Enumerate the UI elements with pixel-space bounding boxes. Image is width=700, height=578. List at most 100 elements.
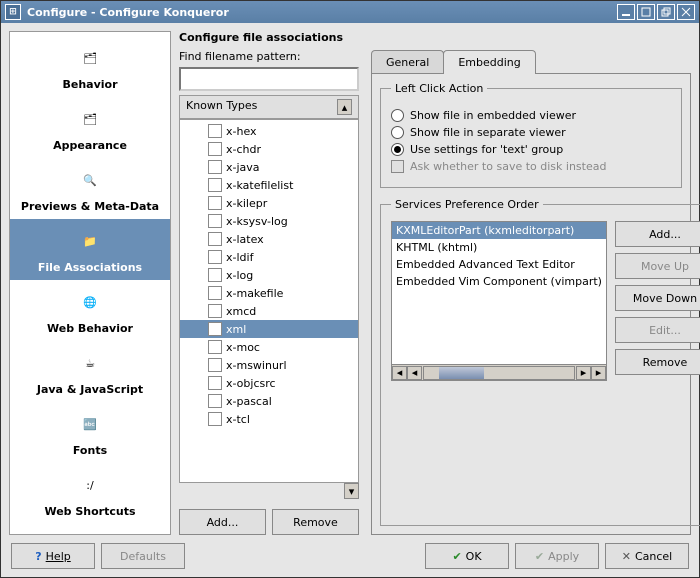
category-label: Java & JavaScript bbox=[37, 383, 143, 396]
file-icon bbox=[208, 178, 222, 192]
type-item-x-hex[interactable]: x-hex bbox=[180, 122, 358, 140]
type-item-xml[interactable]: xml bbox=[180, 320, 358, 338]
known-types-remove-button[interactable]: Remove bbox=[272, 509, 359, 535]
type-item-xmcd[interactable]: xmcd bbox=[180, 302, 358, 320]
behavior-icon: 🗂 bbox=[74, 42, 106, 74]
checkbox-ask-save: Ask whether to save to disk instead bbox=[391, 160, 671, 173]
file-icon bbox=[208, 376, 222, 390]
java-js-icon: ☕ bbox=[74, 347, 106, 379]
maximize-button[interactable] bbox=[637, 4, 655, 20]
type-item-x-chdr[interactable]: x-chdr bbox=[180, 140, 358, 158]
category-file-assoc[interactable]: 📁 File Associations bbox=[10, 219, 170, 280]
category-behavior[interactable]: 🗂 Behavior bbox=[10, 36, 170, 97]
type-label: xml bbox=[226, 323, 246, 336]
type-item-x-tcl[interactable]: x-tcl bbox=[180, 410, 358, 428]
services-movedown-button[interactable]: Move Down bbox=[615, 285, 700, 311]
scroll-up-button[interactable]: ▴ bbox=[337, 99, 352, 115]
type-label: x-ksysv-log bbox=[226, 215, 288, 228]
titlebar: ⊞ Configure - Configure Konqueror bbox=[1, 1, 699, 23]
radio-separate[interactable]: Show file in separate viewer bbox=[391, 126, 671, 139]
scroll-left-icon[interactable]: ◂ bbox=[407, 366, 422, 380]
file-icon bbox=[208, 232, 222, 246]
type-item-x-log[interactable]: x-log bbox=[180, 266, 358, 284]
services-edit-button: Edit... bbox=[615, 317, 700, 343]
left-click-action-group: Left Click Action Show file in embedded … bbox=[380, 82, 682, 188]
service-item[interactable]: KHTML (khtml) bbox=[392, 239, 606, 256]
category-web-shortcuts[interactable]: :/Web Shortcuts bbox=[10, 463, 170, 524]
close-icon: ✕ bbox=[622, 550, 631, 563]
file-icon bbox=[208, 214, 222, 228]
category-list[interactable]: 🗂 Behavior 🗂Appearance🔍Previews & Meta-Dat… bbox=[9, 31, 171, 535]
file-icon bbox=[208, 340, 222, 354]
file-icon bbox=[208, 142, 222, 156]
fonts-icon: 🔤 bbox=[74, 408, 106, 440]
file-icon bbox=[208, 304, 222, 318]
category-label: File Associations bbox=[38, 261, 142, 274]
type-item-x-ksysv-log[interactable]: x-ksysv-log bbox=[180, 212, 358, 230]
type-label: x-makefile bbox=[226, 287, 283, 300]
ok-button[interactable]: ✔ OK bbox=[425, 543, 509, 569]
type-item-x-katefilelist[interactable]: x-katefilelist bbox=[180, 176, 358, 194]
close-button[interactable] bbox=[677, 4, 695, 20]
file-icon bbox=[208, 358, 222, 372]
scroll-down-button[interactable]: ▾ bbox=[344, 483, 359, 499]
category-java-js[interactable]: ☕ Java & JavaScript bbox=[10, 341, 170, 402]
appearance-icon: 🗂 bbox=[74, 103, 106, 135]
type-item-x-java[interactable]: x-java bbox=[180, 158, 358, 176]
services-legend: Services Preference Order bbox=[391, 198, 543, 211]
service-item[interactable]: KXMLEditorPart (kxmleditorpart) bbox=[392, 222, 606, 239]
restore-button[interactable] bbox=[657, 4, 675, 20]
minimize-button[interactable] bbox=[617, 4, 635, 20]
type-label: x-katefilelist bbox=[226, 179, 293, 192]
help-icon: ? bbox=[35, 550, 41, 563]
service-item[interactable]: Embedded Vim Component (vimpart) bbox=[392, 273, 606, 290]
file-assoc-icon: 📁 bbox=[74, 225, 106, 257]
type-item-x-mswinurl[interactable]: x-mswinurl bbox=[180, 356, 358, 374]
type-item-x-latex[interactable]: x-latex bbox=[180, 230, 358, 248]
window: ⊞ Configure - Configure Konqueror 🗂 Behav… bbox=[0, 0, 700, 578]
type-item-x-ldif[interactable]: x-ldif bbox=[180, 248, 358, 266]
services-add-button[interactable]: Add... bbox=[615, 221, 700, 247]
services-remove-button[interactable]: Remove bbox=[615, 349, 700, 375]
type-item-x-objcsrc[interactable]: x-objcsrc bbox=[180, 374, 358, 392]
file-icon bbox=[208, 412, 222, 426]
content: 🗂 Behavior 🗂Appearance🔍Previews & Meta-Dat… bbox=[1, 23, 699, 577]
scroll-right-icon[interactable]: ▸ bbox=[576, 366, 591, 380]
tab-general[interactable]: General bbox=[371, 50, 444, 74]
category-label: Behavior bbox=[62, 78, 117, 91]
radio-embedded[interactable]: Show file in embedded viewer bbox=[391, 109, 671, 122]
type-label: x-moc bbox=[226, 341, 260, 354]
services-hscrollbar[interactable]: ◂ ◂ ▸ ▸ bbox=[392, 364, 606, 380]
scroll-left-start-icon[interactable]: ◂ bbox=[392, 366, 407, 380]
category-fonts[interactable]: 🔤Fonts bbox=[10, 402, 170, 463]
window-title: Configure - Configure Konqueror bbox=[27, 6, 229, 19]
type-item-x-pascal[interactable]: x-pascal bbox=[180, 392, 358, 410]
category-appearance[interactable]: 🗂Appearance bbox=[10, 97, 170, 158]
web-behavior-icon: 🌐 bbox=[74, 286, 106, 318]
known-types-add-button[interactable]: Add... bbox=[179, 509, 266, 535]
known-types-list[interactable]: x-hex x-chdr x-java x-katefilelist x-kilepr x… bbox=[180, 120, 358, 482]
type-item-x-kilepr[interactable]: x-kilepr bbox=[180, 194, 358, 212]
type-item-x-moc[interactable]: x-moc bbox=[180, 338, 358, 356]
scrollbar-thumb[interactable] bbox=[439, 367, 484, 379]
type-item-x-makefile[interactable]: x-makefile bbox=[180, 284, 358, 302]
type-label: x-hex bbox=[226, 125, 257, 138]
settings-panel: Configure file associations Find filenam… bbox=[179, 31, 691, 535]
cancel-button[interactable]: ✕ Cancel bbox=[605, 543, 689, 569]
file-icon bbox=[208, 286, 222, 300]
type-label: x-tcl bbox=[226, 413, 250, 426]
tab-embedding[interactable]: Embedding bbox=[443, 50, 535, 74]
tabs: General Embedding bbox=[371, 50, 691, 74]
services-list[interactable]: KXMLEditorPart (kxmleditorpart)KHTML (kh… bbox=[391, 221, 607, 381]
service-item[interactable]: Embedded Advanced Text Editor bbox=[392, 256, 606, 273]
type-label: x-chdr bbox=[226, 143, 261, 156]
category-previews[interactable]: 🔍Previews & Meta-Data bbox=[10, 158, 170, 219]
file-icon bbox=[208, 322, 222, 336]
find-input[interactable] bbox=[179, 67, 359, 91]
category-web-behavior[interactable]: 🌐 Web Behavior bbox=[10, 280, 170, 341]
help-button[interactable]: ? Help bbox=[11, 543, 95, 569]
radio-group[interactable]: Use settings for 'text' group bbox=[391, 143, 671, 156]
check-icon: ✔ bbox=[452, 550, 461, 563]
category-label: Web Behavior bbox=[47, 322, 133, 335]
scroll-right-end-icon[interactable]: ▸ bbox=[591, 366, 606, 380]
